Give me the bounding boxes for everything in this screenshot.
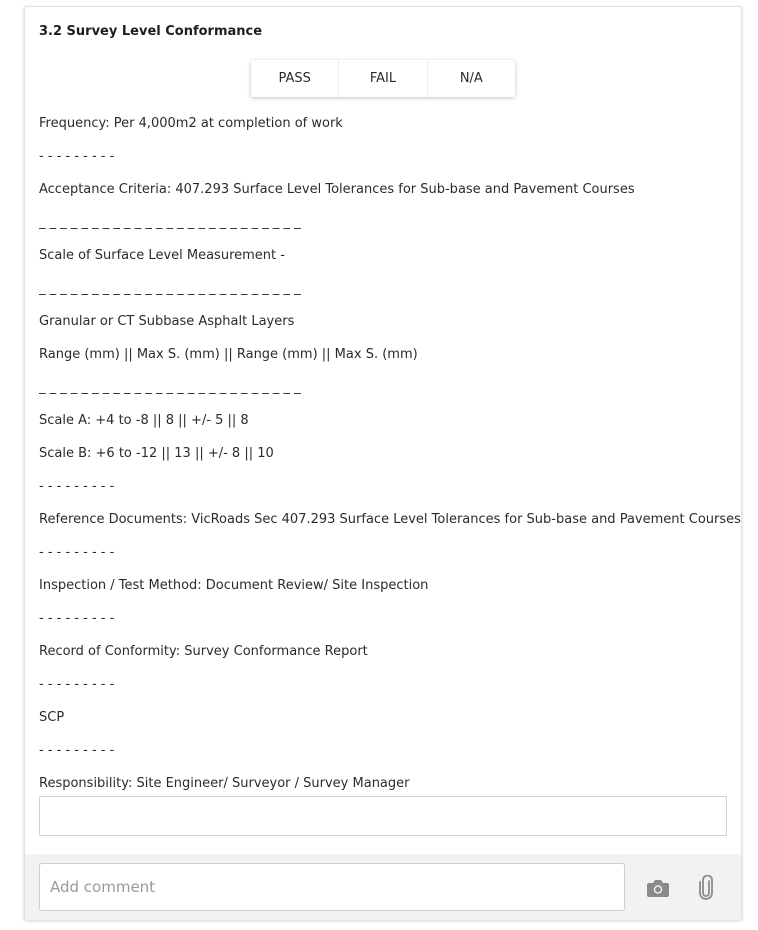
camera-icon[interactable]: [645, 875, 671, 901]
description-line: Acceptance Criteria: 407.293 Surface Lev…: [39, 182, 635, 197]
description-line: Record of Conformity: Survey Conformance…: [39, 644, 368, 659]
checklist-item-card: 3.2 Survey Level Conformance PASS FAIL N…: [24, 6, 742, 920]
description-line: _ _ _ _ _ _ _ _ _ _ _ _ _ _ _ _ _ _ _ _ …: [39, 380, 301, 395]
description-line: Frequency: Per 4,000m2 at completion of …: [39, 116, 343, 131]
na-button[interactable]: N/A: [426, 60, 515, 97]
description-line: _ _ _ _ _ _ _ _ _ _ _ _ _ _ _ _ _ _ _ _ …: [39, 215, 301, 230]
description-line: Range (mm) || Max S. (mm) || Range (mm) …: [39, 347, 418, 362]
result-selector: PASS FAIL N/A: [251, 60, 515, 97]
description-line: Scale A: +4 to -8 || 8 || +/- 5 || 8: [39, 413, 249, 428]
fail-button[interactable]: FAIL: [338, 60, 426, 97]
comment-bar: [25, 854, 741, 920]
pass-button[interactable]: PASS: [251, 60, 338, 97]
description-line: - - - - - - - - -: [39, 149, 115, 164]
section-title: 3.2 Survey Level Conformance: [39, 24, 263, 39]
description-line: _ _ _ _ _ _ _ _ _ _ _ _ _ _ _ _ _ _ _ _ …: [39, 281, 301, 296]
response-input[interactable]: [39, 796, 727, 836]
description-line: Inspection / Test Method: Document Revie…: [39, 578, 429, 593]
comment-input[interactable]: [39, 863, 625, 911]
description-line: Responsibility: Site Engineer/ Surveyor …: [39, 776, 410, 791]
description-line: - - - - - - - - -: [39, 611, 115, 626]
description-line: - - - - - - - - -: [39, 479, 115, 494]
description-line: - - - - - - - - -: [39, 545, 115, 560]
description-line: SCP: [39, 710, 65, 725]
description-line: Granular or CT Subbase Asphalt Layers: [39, 314, 295, 329]
description-line: Reference Documents: VicRoads Sec 407.29…: [39, 512, 741, 527]
description-line: Scale of Surface Level Measurement -: [39, 248, 285, 263]
description-line: Scale B: +6 to -12 || 13 || +/- 8 || 10: [39, 446, 274, 461]
description-line: - - - - - - - - -: [39, 743, 115, 758]
description-line: - - - - - - - - -: [39, 677, 115, 692]
paperclip-icon[interactable]: [693, 875, 719, 901]
